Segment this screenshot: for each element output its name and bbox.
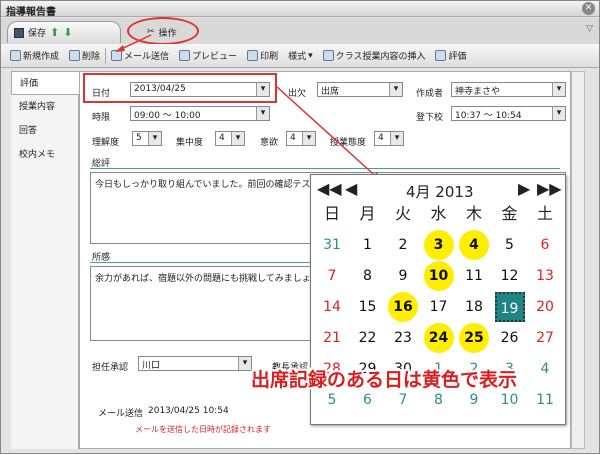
weekday-header: 土 [536,204,553,223]
calendar-day[interactable]: 16 [388,292,418,322]
calendar-day[interactable]: 11 [459,261,489,291]
calendar-day[interactable]: 26 [495,323,525,353]
calendar-day[interactable]: 17 [424,292,454,322]
calendar-day[interactable]: 8 [353,261,383,291]
weekday-header: 木 [465,204,482,223]
calendar-day[interactable]: 10 [423,261,454,291]
prev-month-icon[interactable]: ◀ [345,179,357,198]
calendar-day[interactable]: 13 [530,261,560,291]
calendar-day[interactable]: 22 [353,323,383,353]
next-year-icon[interactable]: ▶▶ [537,179,562,198]
calendar-day[interactable]: 4 [530,354,560,384]
calendar-day[interactable]: 25 [459,323,489,353]
calendar-day[interactable]: 24 [423,323,454,353]
calendar-day[interactable]: 27 [530,323,560,353]
ops-arrow-head [115,45,125,52]
calendar-day[interactable]: 5 [495,230,525,260]
calendar-day[interactable]: 18 [459,292,489,322]
weekday-header: 水 [430,204,447,223]
calendar-day[interactable]: 21 [317,323,347,353]
calendar-month-label: 4月 2013 [406,183,474,201]
calendar-day[interactable]: 6 [530,230,560,260]
weekday-header: 金 [501,204,518,223]
weekday-header: 月 [359,204,376,223]
calendar-day[interactable]: 1 [353,230,383,260]
next-month-icon[interactable]: ▶ [518,179,530,198]
calendar-day[interactable]: 20 [530,292,560,322]
calendar-day[interactable]: 4 [459,230,489,260]
report-window: 指導報告書 ✕ 保存 ⬆ ⬇ ✂ 操作 ▽ 新規作成 削除 メール送信 プレビュ… [0,0,600,454]
weekday-header: 火 [394,204,411,223]
calendar-day[interactable]: 14 [317,292,347,322]
calendar-day[interactable]: 2 [388,230,418,260]
prev-year-icon[interactable]: ◀◀ [317,179,342,198]
calendar-day[interactable]: 31 [317,230,347,260]
calendar-day[interactable]: 19 [494,292,525,322]
calendar-day[interactable]: 9 [388,261,418,291]
annotation-banner: 出席記録のある日は黄色で表示 [251,369,518,391]
calendar-header: ◀◀ ◀ 4月 2013 ▶ ▶▶ [311,179,567,201]
date-arrow [276,86,382,182]
calendar-day[interactable]: 7 [317,261,347,291]
calendar-day[interactable]: 11 [530,385,560,415]
calendar-day[interactable]: 23 [388,323,418,353]
calendar-day[interactable]: 12 [495,261,525,291]
calendar-day[interactable]: 3 [423,230,454,260]
weekday-header: 日 [323,204,340,223]
calendar-day[interactable]: 15 [353,292,383,322]
